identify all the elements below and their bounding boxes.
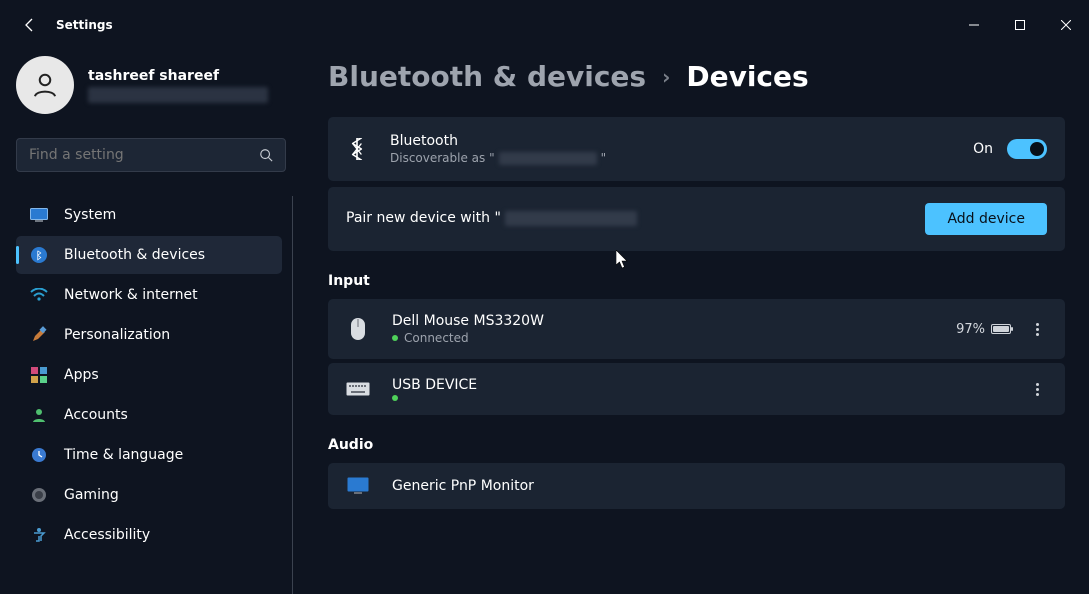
- monitor-icon: [346, 477, 370, 495]
- pair-text: Pair new device with ": [346, 210, 637, 226]
- nav-label: Time & language: [64, 447, 183, 463]
- nav-item-gaming[interactable]: Gaming: [16, 476, 282, 514]
- search-icon: [259, 148, 273, 162]
- device-name: USB DEVICE: [392, 377, 477, 393]
- nav-label: Gaming: [64, 487, 119, 503]
- account-email-redacted: [88, 87, 268, 103]
- chevron-right-icon: ›: [662, 65, 670, 89]
- bluetooth-icon: [346, 138, 368, 160]
- device-status: Connected: [392, 331, 544, 345]
- more-button[interactable]: [1027, 321, 1047, 338]
- device-row[interactable]: USB DEVICE: [328, 363, 1065, 415]
- person-icon: [30, 406, 48, 424]
- redacted-device-name: [505, 211, 637, 226]
- minimize-button[interactable]: [951, 7, 997, 43]
- add-device-button[interactable]: Add device: [925, 203, 1047, 235]
- nav-label: Accounts: [64, 407, 128, 423]
- pair-card: Pair new device with " Add device: [328, 187, 1065, 251]
- bluetooth-title: Bluetooth: [390, 133, 606, 149]
- nav-item-time-language[interactable]: Time & language: [16, 436, 282, 474]
- more-button[interactable]: [1027, 381, 1047, 398]
- device-status: [392, 395, 477, 401]
- redacted-device-name: [499, 152, 597, 165]
- breadcrumb: Bluetooth & devices › Devices: [328, 60, 1065, 93]
- bluetooth-subtitle: Discoverable as "": [390, 151, 606, 165]
- bluetooth-icon: [30, 246, 48, 264]
- clock-icon: [30, 446, 48, 464]
- avatar: [16, 56, 74, 114]
- section-heading-audio: Audio: [328, 437, 1065, 453]
- nav-item-personalization[interactable]: Personalization: [16, 316, 282, 354]
- section-heading-input: Input: [328, 273, 1065, 289]
- sidebar: tashreef shareef System Bluetooth & devi…: [0, 50, 300, 559]
- device-name: Dell Mouse MS3320W: [392, 313, 544, 329]
- nav-label: Network & internet: [64, 287, 198, 303]
- battery-icon: [991, 324, 1011, 334]
- nav-item-network[interactable]: Network & internet: [16, 276, 282, 314]
- back-button[interactable]: [20, 15, 40, 35]
- system-icon: [30, 206, 48, 224]
- device-name: Generic PnP Monitor: [392, 478, 534, 494]
- account-name: tashreef shareef: [88, 68, 268, 84]
- search-box[interactable]: [16, 138, 286, 172]
- nav-scrollbar[interactable]: [292, 196, 293, 594]
- breadcrumb-parent[interactable]: Bluetooth & devices: [328, 60, 646, 93]
- accessibility-icon: [30, 526, 48, 544]
- nav-item-bluetooth[interactable]: Bluetooth & devices: [16, 236, 282, 274]
- account-header[interactable]: tashreef shareef: [16, 56, 300, 114]
- window-title: Settings: [56, 18, 113, 32]
- gaming-icon: [30, 486, 48, 504]
- maximize-button[interactable]: [997, 7, 1043, 43]
- nav-label: Accessibility: [64, 527, 150, 543]
- nav-label: System: [64, 207, 116, 223]
- apps-icon: [30, 366, 48, 384]
- device-row[interactable]: Generic PnP Monitor: [328, 463, 1065, 509]
- main-content: Bluetooth & devices › Devices Bluetooth …: [300, 50, 1089, 559]
- toggle-state-label: On: [973, 141, 993, 157]
- nav-list: System Bluetooth & devices Network & int…: [16, 196, 300, 554]
- nav-item-accessibility[interactable]: Accessibility: [16, 516, 282, 554]
- battery-indicator: 97%: [956, 322, 1011, 337]
- device-row[interactable]: Dell Mouse MS3320W Connected 97%: [328, 299, 1065, 359]
- mouse-icon: [346, 317, 370, 341]
- titlebar: Settings: [0, 0, 1089, 50]
- keyboard-icon: [346, 382, 370, 396]
- nav-item-system[interactable]: System: [16, 196, 282, 234]
- search-input[interactable]: [29, 147, 229, 163]
- nav-item-apps[interactable]: Apps: [16, 356, 282, 394]
- close-button[interactable]: [1043, 7, 1089, 43]
- brush-icon: [30, 326, 48, 344]
- nav-label: Bluetooth & devices: [64, 247, 205, 263]
- bluetooth-toggle[interactable]: [1007, 139, 1047, 159]
- nav-label: Apps: [64, 367, 99, 383]
- wifi-icon: [30, 286, 48, 304]
- nav-label: Personalization: [64, 327, 170, 343]
- breadcrumb-current: Devices: [686, 60, 808, 93]
- bluetooth-card: Bluetooth Discoverable as "" On: [328, 117, 1065, 181]
- nav-item-accounts[interactable]: Accounts: [16, 396, 282, 434]
